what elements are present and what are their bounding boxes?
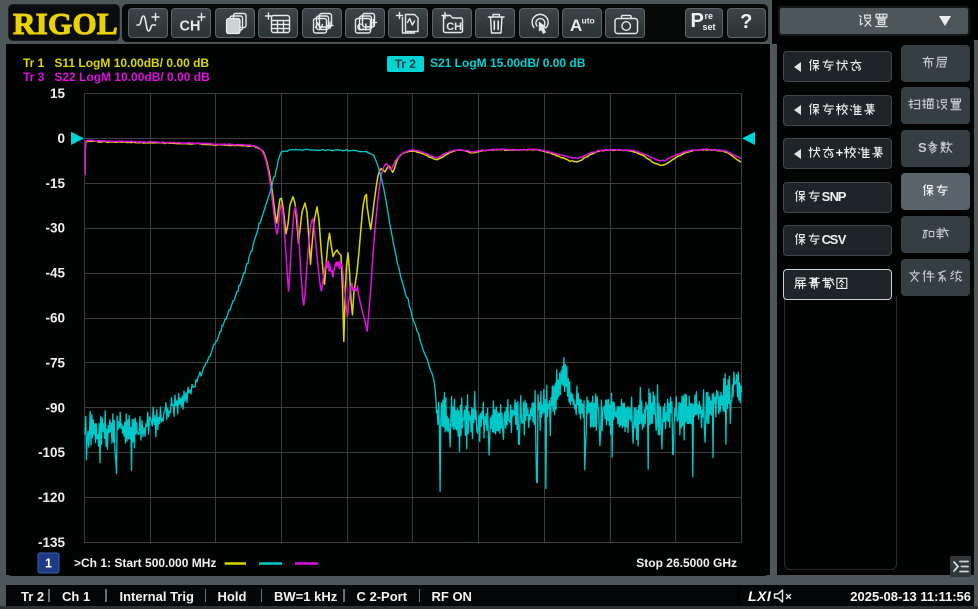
svg-text:>Ch 1: Start 500.000 MHz: >Ch 1: Start 500.000 MHz	[74, 556, 216, 570]
svg-text:uto: uto	[582, 16, 595, 26]
svg-text:-60: -60	[45, 311, 65, 326]
svg-text:-45: -45	[45, 266, 65, 281]
svg-text:-30: -30	[45, 221, 65, 236]
svg-text:-135: -135	[38, 535, 66, 550]
svg-text:Stop 26.5000 GHz: Stop 26.5000 GHz	[636, 556, 737, 570]
svg-text:S: S	[918, 140, 927, 155]
svg-text:-75: -75	[45, 355, 65, 370]
svg-text:+: +	[836, 145, 844, 160]
svg-text:15: 15	[50, 86, 66, 101]
svg-text:P: P	[838, 189, 847, 204]
svg-text:CH: CH	[180, 19, 201, 35]
svg-text:CH: CH	[446, 21, 462, 33]
svg-text:-120: -120	[38, 490, 65, 505]
svg-text:0: 0	[57, 131, 65, 146]
svg-text:-15: -15	[45, 176, 65, 191]
svg-text:-105: -105	[38, 445, 66, 460]
svg-text:CH: CH	[357, 22, 372, 34]
svg-text:1: 1	[45, 557, 52, 571]
svg-text:A: A	[570, 16, 582, 35]
svg-text:V: V	[838, 232, 847, 247]
svg-text:-90: -90	[45, 400, 65, 415]
